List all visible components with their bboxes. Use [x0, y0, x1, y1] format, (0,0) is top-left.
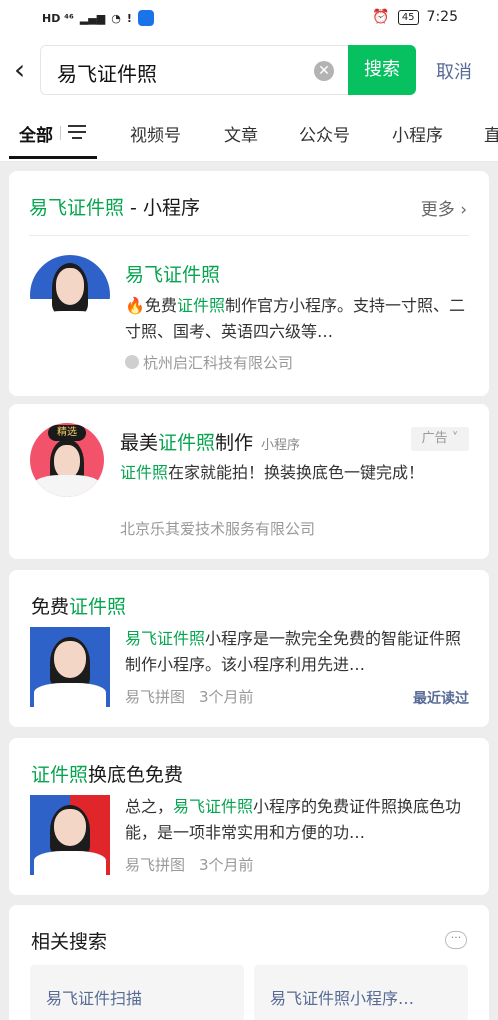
app-avatar — [30, 255, 110, 335]
article-title[interactable]: 免费证件照 — [31, 592, 126, 619]
chevron-down-icon: ˅ — [447, 431, 459, 446]
article-title[interactable]: 证件照换底色免费 — [31, 760, 183, 787]
chevron-right-icon: › — [460, 200, 467, 220]
signal-icon: ▂▄▆ — [79, 11, 106, 25]
article-card[interactable]: 免费证件照 易飞证件照小程序是一款完全免费的智能证件照制作小程序。该小程序利用先… — [9, 570, 489, 727]
ad-avatar: 精选 — [30, 423, 104, 497]
filter-icon[interactable] — [68, 125, 86, 139]
type-tag: 小程序 — [261, 438, 301, 453]
article-source: 易飞拼图 — [125, 856, 186, 874]
network-indicator: HD ⁴⁶ — [42, 11, 74, 25]
ad-label[interactable]: 广告 ˅ — [411, 427, 469, 451]
app-title[interactable]: 易飞证件照 — [125, 260, 220, 287]
more-link[interactable]: 更多 › — [421, 195, 467, 220]
company-name: 北京乐其爱技术服务有限公司 — [120, 520, 316, 538]
wifi-icon: ◔ — [111, 11, 121, 25]
tab-bar: 全部 视频号 文章 公众号 小程序 直 — [0, 104, 498, 162]
clock: 7:25 — [426, 9, 458, 25]
shield-icon — [137, 10, 154, 26]
article-card[interactable]: 证件照换底色免费 总之，易飞证件照小程序的免费证件照换底色功能，是一项非常实用和… — [9, 738, 489, 895]
ad-card[interactable]: 精选 最美证件照制作 小程序 广告 ˅ 证件照在家就能拍！换装换底色一键完成！ 北… — [9, 404, 489, 559]
tab-more[interactable]: 直 — [484, 121, 498, 146]
card-header: 易飞证件照 - 小程序 — [29, 193, 200, 220]
search-bar: ‹ 易飞证件照 ✕ 搜索 取消 — [0, 38, 498, 104]
clear-icon[interactable]: ✕ — [314, 61, 334, 81]
status-bar: HD ⁴⁶ ▂▄▆ ◔ ! ⏰ 45 7:25 — [0, 0, 498, 38]
back-icon[interactable]: ‹ — [14, 56, 36, 84]
article-time: 3个月前 — [199, 856, 254, 874]
article-source: 易飞拼图 — [125, 688, 186, 706]
alert-icon: ! — [126, 11, 132, 25]
battery-indicator: 45 — [397, 9, 419, 25]
featured-badge: 精选 — [48, 425, 86, 441]
alarm-icon: ⏰ — [372, 9, 390, 25]
ad-description: 证件照在家就能拍！换装换底色一键完成！ — [120, 463, 425, 482]
search-query[interactable]: 易飞证件照 — [57, 58, 157, 87]
recently-read-badge: 最近读过 — [413, 691, 469, 707]
more-options-icon[interactable]: ··· — [445, 931, 467, 949]
header-name: 易飞证件照 — [29, 197, 125, 219]
related-search-item[interactable]: 易飞证件照小程序… — [254, 965, 468, 1020]
tab-articles[interactable]: 文章 — [224, 121, 258, 146]
company-name: 杭州启汇科技有限公司 — [125, 352, 293, 373]
search-button[interactable]: 搜索 — [348, 45, 416, 95]
article-time: 3个月前 — [199, 688, 254, 706]
article-summary: 易飞证件照小程序是一款完全免费的智能证件照制作小程序。该小程序利用先进… — [125, 629, 462, 674]
article-thumbnail — [30, 627, 110, 707]
verified-icon — [125, 355, 139, 369]
more-label: 更多 — [420, 200, 455, 220]
related-searches: 相关搜索 ··· 易飞证件扫描 易飞证件照小程序… — [9, 905, 489, 1020]
network-status: HD ⁴⁶ ▂▄▆ ◔ ! — [42, 10, 154, 26]
system-status: ⏰ 45 7:25 — [372, 9, 458, 25]
ad-title[interactable]: 最美证件照制作 小程序 — [120, 428, 300, 455]
article-meta: 易飞拼图 3个月前 — [125, 854, 254, 875]
app-description: 🔥免费证件照制作官方小程序。支持一寸照、二寸照、国考、英语四六级等… — [125, 296, 465, 341]
article-thumbnail — [30, 795, 110, 875]
header-suffix: - 小程序 — [124, 197, 200, 219]
mini-program-card[interactable]: 易飞证件照 - 小程序 更多 › 易飞证件照 🔥免费证件照制作官方小程序。支持一… — [9, 171, 489, 396]
tab-divider — [60, 126, 61, 140]
active-tab-indicator — [9, 156, 97, 159]
article-meta: 易飞拼图 3个月前 — [125, 686, 254, 707]
tab-mini-programs[interactable]: 小程序 — [392, 121, 443, 146]
related-title: 相关搜索 — [31, 931, 108, 953]
article-summary: 总之，易飞证件照小程序的免费证件照换底色功能，是一项非常实用和方便的功… — [125, 797, 462, 842]
search-input[interactable]: 易飞证件照 ✕ — [40, 45, 348, 95]
divider — [29, 235, 469, 236]
tab-channels[interactable]: 视频号 — [130, 121, 181, 146]
tab-all[interactable]: 全部 — [19, 121, 53, 146]
related-search-item[interactable]: 易飞证件扫描 — [30, 965, 244, 1020]
tab-official-accounts[interactable]: 公众号 — [299, 121, 350, 146]
cancel-button[interactable]: 取消 — [436, 58, 472, 84]
